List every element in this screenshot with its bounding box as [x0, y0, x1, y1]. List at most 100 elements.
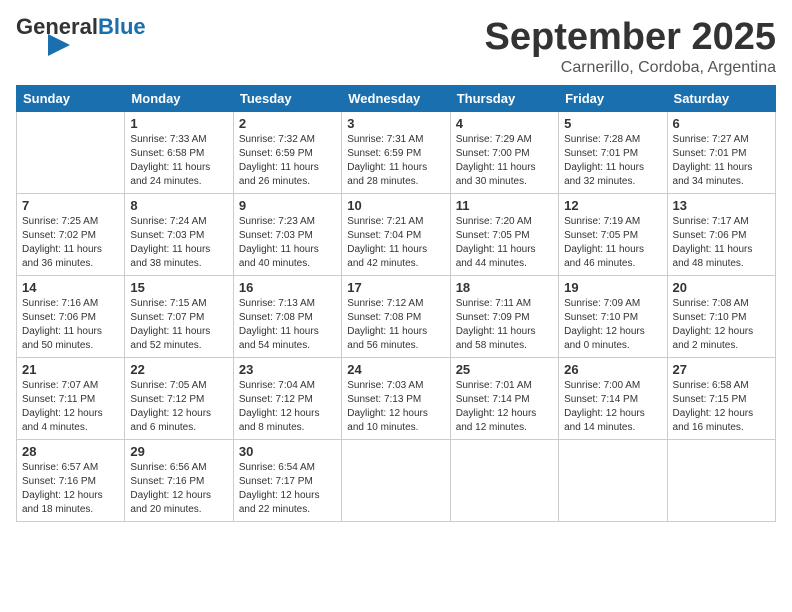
cell-content: Sunrise: 7:13 AM Sunset: 7:08 PM Dayligh…	[239, 297, 336, 353]
calendar-cell: 1 Sunrise: 7:33 AM Sunset: 6:58 PM Daylig…	[125, 112, 233, 194]
calendar-cell: 28 Sunrise: 6:57 AM Sunset: 7:16 PM Dayli…	[17, 440, 125, 522]
col-header-thursday: Thursday	[450, 86, 558, 112]
day-number: 9	[239, 198, 336, 213]
calendar-cell: 23 Sunrise: 7:04 AM Sunset: 7:12 PM Dayli…	[233, 358, 341, 440]
cell-content: Sunrise: 7:31 AM Sunset: 6:59 PM Dayligh…	[347, 133, 444, 189]
calendar-week-1: 1 Sunrise: 7:33 AM Sunset: 6:58 PM Daylig…	[17, 112, 776, 194]
calendar-cell: 9 Sunrise: 7:23 AM Sunset: 7:03 PM Daylig…	[233, 194, 341, 276]
calendar-cell: 14 Sunrise: 7:16 AM Sunset: 7:06 PM Dayli…	[17, 276, 125, 358]
cell-content: Sunrise: 6:56 AM Sunset: 7:16 PM Dayligh…	[130, 461, 227, 517]
day-number: 13	[673, 198, 770, 213]
calendar-cell: 20 Sunrise: 7:08 AM Sunset: 7:10 PM Dayli…	[667, 276, 775, 358]
cell-content: Sunrise: 7:01 AM Sunset: 7:14 PM Dayligh…	[456, 379, 553, 435]
cell-content: Sunrise: 6:57 AM Sunset: 7:16 PM Dayligh…	[22, 461, 119, 517]
cell-content: Sunrise: 7:16 AM Sunset: 7:06 PM Dayligh…	[22, 297, 119, 353]
calendar-cell: 30 Sunrise: 6:54 AM Sunset: 7:17 PM Dayli…	[233, 440, 341, 522]
calendar-cell	[559, 440, 667, 522]
calendar-cell: 17Sunrise: 7:12 AM Sunset: 7:08 PM Dayli…	[342, 276, 450, 358]
cell-content: Sunrise: 7:32 AM Sunset: 6:59 PM Dayligh…	[239, 133, 336, 189]
col-header-saturday: Saturday	[667, 86, 775, 112]
title-block: September 2025 Carnerillo, Cordoba, Arge…	[485, 16, 777, 77]
logo: General Blue	[16, 16, 146, 56]
calendar-week-4: 21 Sunrise: 7:07 AM Sunset: 7:11 PM Dayli…	[17, 358, 776, 440]
calendar-cell	[342, 440, 450, 522]
day-number: 24	[347, 362, 444, 377]
cell-content: Sunrise: 7:08 AM Sunset: 7:10 PM Dayligh…	[673, 297, 770, 353]
calendar-cell: 22 Sunrise: 7:05 AM Sunset: 7:12 PM Dayli…	[125, 358, 233, 440]
day-number: 5	[564, 116, 661, 131]
calendar-cell: 12 Sunrise: 7:19 AM Sunset: 7:05 PM Dayli…	[559, 194, 667, 276]
col-header-wednesday: Wednesday	[342, 86, 450, 112]
calendar-header-row: SundayMondayTuesdayWednesdayThursdayFrid…	[17, 86, 776, 112]
page-header: General Blue September 2025 Carnerillo, …	[16, 16, 776, 77]
logo-blue: Blue	[98, 16, 146, 38]
day-number: 19	[564, 280, 661, 295]
day-number: 8	[130, 198, 227, 213]
calendar-cell: 16 Sunrise: 7:13 AM Sunset: 7:08 PM Dayli…	[233, 276, 341, 358]
day-number: 25	[456, 362, 553, 377]
calendar-week-5: 28 Sunrise: 6:57 AM Sunset: 7:16 PM Dayli…	[17, 440, 776, 522]
calendar-cell: 26Sunrise: 7:00 AM Sunset: 7:14 PM Dayli…	[559, 358, 667, 440]
calendar-cell: 15Sunrise: 7:15 AM Sunset: 7:07 PM Dayli…	[125, 276, 233, 358]
cell-content: Sunrise: 7:19 AM Sunset: 7:05 PM Dayligh…	[564, 215, 661, 271]
day-number: 21	[22, 362, 119, 377]
cell-content: Sunrise: 7:17 AM Sunset: 7:06 PM Dayligh…	[673, 215, 770, 271]
day-number: 26	[564, 362, 661, 377]
cell-content: Sunrise: 7:25 AM Sunset: 7:02 PM Dayligh…	[22, 215, 119, 271]
day-number: 23	[239, 362, 336, 377]
calendar-cell	[667, 440, 775, 522]
cell-content: Sunrise: 7:20 AM Sunset: 7:05 PM Dayligh…	[456, 215, 553, 271]
cell-content: Sunrise: 7:05 AM Sunset: 7:12 PM Dayligh…	[130, 379, 227, 435]
cell-content: Sunrise: 7:21 AM Sunset: 7:04 PM Dayligh…	[347, 215, 444, 271]
calendar-cell: 18 Sunrise: 7:11 AM Sunset: 7:09 PM Dayli…	[450, 276, 558, 358]
day-number: 30	[239, 444, 336, 459]
calendar-cell: 6 Sunrise: 7:27 AM Sunset: 7:01 PM Daylig…	[667, 112, 775, 194]
day-number: 11	[456, 198, 553, 213]
cell-content: Sunrise: 7:27 AM Sunset: 7:01 PM Dayligh…	[673, 133, 770, 189]
calendar-cell: 3 Sunrise: 7:31 AM Sunset: 6:59 PM Daylig…	[342, 112, 450, 194]
day-number: 3	[347, 116, 444, 131]
cell-content: Sunrise: 7:33 AM Sunset: 6:58 PM Dayligh…	[130, 133, 227, 189]
day-number: 27	[673, 362, 770, 377]
day-number: 6	[673, 116, 770, 131]
day-number: 7	[22, 198, 119, 213]
calendar-week-3: 14 Sunrise: 7:16 AM Sunset: 7:06 PM Dayli…	[17, 276, 776, 358]
calendar-cell: 13 Sunrise: 7:17 AM Sunset: 7:06 PM Dayli…	[667, 194, 775, 276]
cell-content: Sunrise: 7:07 AM Sunset: 7:11 PM Dayligh…	[22, 379, 119, 435]
calendar-cell: 5 Sunrise: 7:28 AM Sunset: 7:01 PM Daylig…	[559, 112, 667, 194]
day-number: 28	[22, 444, 119, 459]
day-number: 20	[673, 280, 770, 295]
day-number: 12	[564, 198, 661, 213]
day-number: 15	[130, 280, 227, 295]
calendar-cell: 7 Sunrise: 7:25 AM Sunset: 7:02 PM Daylig…	[17, 194, 125, 276]
day-number: 18	[456, 280, 553, 295]
calendar-cell: 19 Sunrise: 7:09 AM Sunset: 7:10 PM Dayli…	[559, 276, 667, 358]
location: Carnerillo, Cordoba, Argentina	[485, 59, 777, 77]
month-title: September 2025	[485, 16, 777, 59]
day-number: 14	[22, 280, 119, 295]
col-header-sunday: Sunday	[17, 86, 125, 112]
calendar-cell: 4Sunrise: 7:29 AM Sunset: 7:00 PM Daylig…	[450, 112, 558, 194]
day-number: 16	[239, 280, 336, 295]
cell-content: Sunrise: 7:12 AM Sunset: 7:08 PM Dayligh…	[347, 297, 444, 353]
calendar-cell: 29Sunrise: 6:56 AM Sunset: 7:16 PM Dayli…	[125, 440, 233, 522]
day-number: 1	[130, 116, 227, 131]
cell-content: Sunrise: 6:58 AM Sunset: 7:15 PM Dayligh…	[673, 379, 770, 435]
calendar-cell: 21 Sunrise: 7:07 AM Sunset: 7:11 PM Dayli…	[17, 358, 125, 440]
cell-content: Sunrise: 6:54 AM Sunset: 7:17 PM Dayligh…	[239, 461, 336, 517]
cell-content: Sunrise: 7:04 AM Sunset: 7:12 PM Dayligh…	[239, 379, 336, 435]
cell-content: Sunrise: 7:29 AM Sunset: 7:00 PM Dayligh…	[456, 133, 553, 189]
cell-content: Sunrise: 7:28 AM Sunset: 7:01 PM Dayligh…	[564, 133, 661, 189]
cell-content: Sunrise: 7:23 AM Sunset: 7:03 PM Dayligh…	[239, 215, 336, 271]
calendar-table: SundayMondayTuesdayWednesdayThursdayFrid…	[16, 85, 776, 522]
cell-content: Sunrise: 7:09 AM Sunset: 7:10 PM Dayligh…	[564, 297, 661, 353]
calendar-cell: 2Sunrise: 7:32 AM Sunset: 6:59 PM Daylig…	[233, 112, 341, 194]
calendar-cell: 10 Sunrise: 7:21 AM Sunset: 7:04 PM Dayli…	[342, 194, 450, 276]
day-number: 10	[347, 198, 444, 213]
calendar-cell	[17, 112, 125, 194]
day-number: 22	[130, 362, 227, 377]
calendar-cell: 11 Sunrise: 7:20 AM Sunset: 7:05 PM Dayli…	[450, 194, 558, 276]
cell-content: Sunrise: 7:24 AM Sunset: 7:03 PM Dayligh…	[130, 215, 227, 271]
cell-content: Sunrise: 7:11 AM Sunset: 7:09 PM Dayligh…	[456, 297, 553, 353]
calendar-week-2: 7 Sunrise: 7:25 AM Sunset: 7:02 PM Daylig…	[17, 194, 776, 276]
